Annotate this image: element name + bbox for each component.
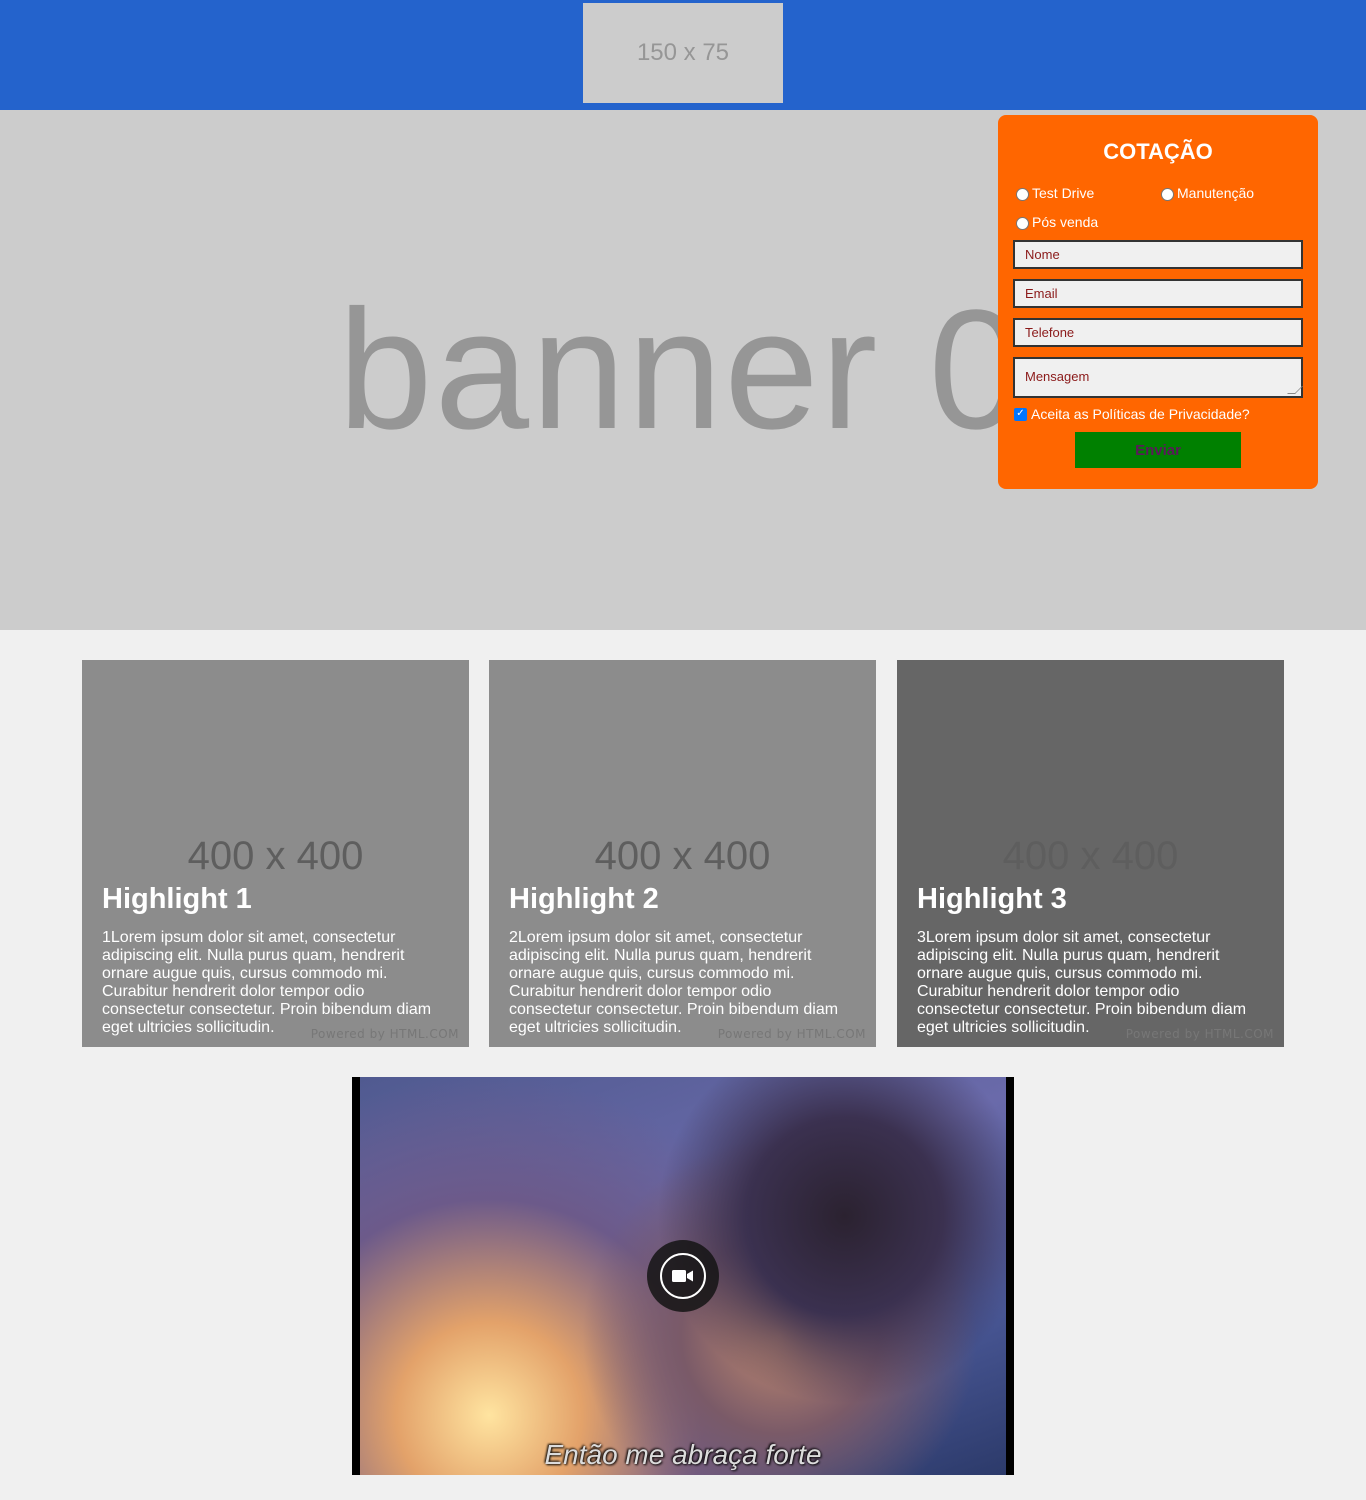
highlight-card-2[interactable]: 400 x 400 Highlight 2 2Lorem ipsum dolor…	[489, 660, 876, 1047]
form-title: COTAÇÃO	[1103, 139, 1213, 164]
checkmark-icon[interactable]: ✓	[1014, 407, 1027, 421]
video-camera-icon	[672, 1270, 693, 1282]
play-button[interactable]	[647, 1240, 719, 1312]
radio-manutencao[interactable]: Manutenção	[1161, 185, 1254, 201]
privacy-label: Aceita as Políticas de Privacidade?	[1031, 406, 1250, 422]
radio-circle-icon[interactable]	[1016, 187, 1029, 201]
highlight-text: 2Lorem ipsum dolor sit amet, consectetur…	[509, 929, 839, 1036]
highlight-card-1[interactable]: 400 x 400 Highlight 1 1Lorem ipsum dolor…	[82, 660, 469, 1047]
logo-placeholder[interactable]: 150 x 75	[583, 3, 783, 103]
highlight-card-3[interactable]: 400 x 400 Highlight 3 3Lorem ipsum dolor…	[897, 660, 1284, 1047]
message-field[interactable]: Mensagem	[1013, 357, 1303, 398]
highlight-title: Highlight 2	[509, 883, 659, 915]
phone-field[interactable]: Telefone	[1013, 318, 1303, 347]
image-placeholder-label: 400 x 400	[1002, 834, 1179, 878]
radio-test-drive[interactable]: Test Drive	[1016, 185, 1094, 201]
video-subtitle: Então me abraça forte	[544, 1439, 822, 1470]
video-player[interactable]: Então me abraça forte	[352, 1077, 1014, 1475]
site-header: 150 x 75	[0, 0, 1366, 110]
highlight-title: Highlight 3	[917, 883, 1067, 915]
phone-placeholder: Telefone	[1025, 325, 1075, 340]
highlight-text: 1Lorem ipsum dolor sit amet, consectetur…	[102, 929, 432, 1036]
email-field[interactable]: Email	[1013, 279, 1303, 308]
highlight-text: 3Lorem ipsum dolor sit amet, consectetur…	[917, 929, 1247, 1036]
image-placeholder-label: 400 x 400	[594, 834, 771, 878]
name-placeholder: Nome	[1025, 247, 1060, 262]
submit-button[interactable]: Enviar	[1075, 432, 1241, 468]
email-placeholder: Email	[1025, 286, 1058, 301]
radio-circle-icon[interactable]	[1016, 216, 1029, 230]
radio-pos-venda[interactable]: Pós venda	[1016, 214, 1098, 230]
radio-circle-icon[interactable]	[1161, 187, 1174, 201]
powered-by-label: Powered by HTML.COM	[1125, 1027, 1274, 1041]
privacy-checkbox[interactable]: ✓ Aceita as Políticas de Privacidade?	[1014, 406, 1250, 422]
powered-by-label: Powered by HTML.COM	[717, 1027, 866, 1041]
play-ring	[660, 1253, 706, 1299]
name-field[interactable]: Nome	[1013, 240, 1303, 269]
powered-by-label: Powered by HTML.COM	[310, 1027, 459, 1041]
radio-label: Pós venda	[1032, 214, 1099, 230]
resize-handle-icon[interactable]	[1287, 386, 1303, 394]
radio-label: Manutenção	[1177, 185, 1255, 201]
message-placeholder: Mensagem	[1025, 369, 1090, 384]
radio-label: Test Drive	[1032, 185, 1095, 201]
highlight-title: Highlight 1	[102, 883, 252, 915]
image-placeholder-label: 400 x 400	[187, 834, 364, 878]
quote-form: COTAÇÃO Test Drive Manutenção Pós venda …	[998, 115, 1318, 489]
